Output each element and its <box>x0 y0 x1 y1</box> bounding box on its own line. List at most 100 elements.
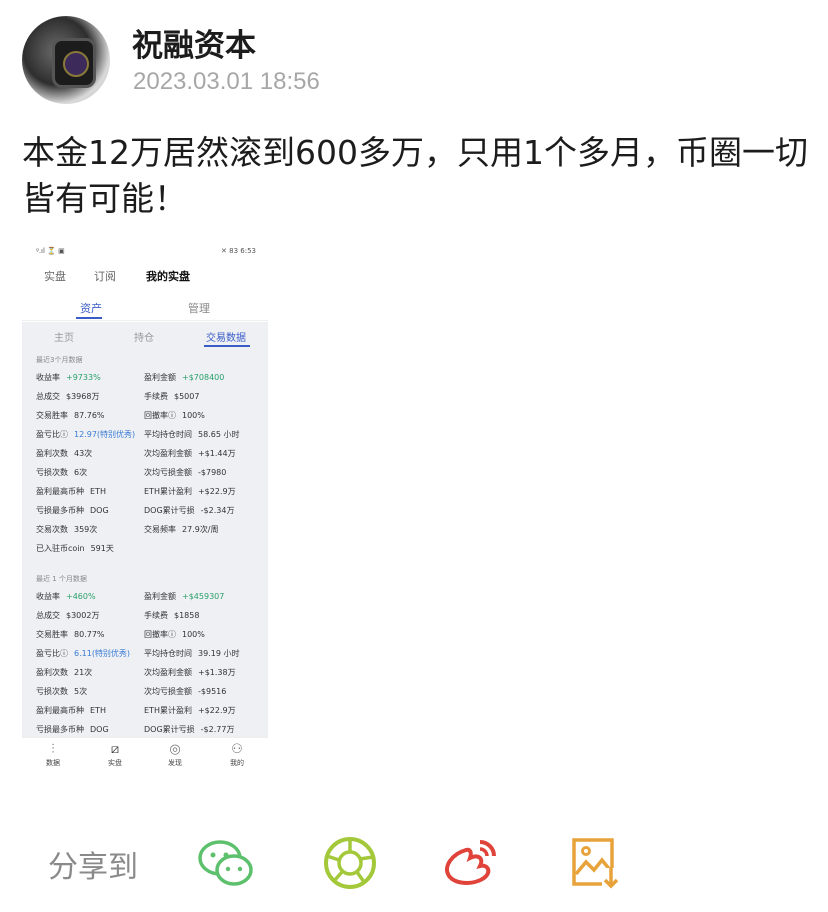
stat-value: 6.11(特别优秀) <box>74 649 131 658</box>
stat-row: 交易次数 359次 交易频率 27.9次/周 <box>36 524 264 540</box>
stat-value: 6次 <box>74 468 88 477</box>
stat-value: 80.77% <box>74 630 105 639</box>
stat-value: -$2.34万 <box>200 506 235 515</box>
stat-value: +$1.38万 <box>198 668 236 677</box>
subtab-manage[interactable]: 管理 <box>188 300 210 316</box>
stat-row: 盈亏比ⓘ 6.11(特别优秀) 平均持仓时间 39.19 小时 <box>36 648 264 664</box>
stat-row: 亏损次数 5次 次均亏损金额 -$9516 <box>36 686 264 702</box>
stat-value: -$9516 <box>198 687 227 696</box>
stat-row: 收益率 +9733% 盈利金额 +$708400 <box>36 372 264 388</box>
status-right: ✕ 83 6:53 <box>221 247 256 255</box>
stat-value: $3968万 <box>66 392 100 401</box>
stat-label: 盈利金额 <box>144 592 176 601</box>
stat-label: 交易次数 <box>36 525 68 534</box>
section-1-month: 最近 1 个月数据 <box>36 575 87 583</box>
subtab-underline <box>76 317 102 319</box>
stat-label: 亏损次数 <box>36 468 68 477</box>
stat-label: DOG累计亏损 <box>144 506 195 515</box>
stat-row: 盈利次数 43次 次均盈利金额 +$1.44万 <box>36 448 264 464</box>
stat-label: 收益率 <box>36 592 60 601</box>
stat-label: 亏损最多币种 <box>36 506 84 515</box>
stat-value: +$22.9万 <box>197 706 236 715</box>
wechat-icon[interactable] <box>196 834 256 892</box>
stat-row: 盈利次数 21次 次均盈利金额 +$1.38万 <box>36 667 264 683</box>
bottom-nav-label: 我的 <box>230 759 244 767</box>
tab-trade-data[interactable]: 交易数据 <box>206 329 246 344</box>
stat-row: 盈利最高币种 ETH ETH累计盈利 +$22.9万 <box>36 486 264 502</box>
bottom-nav-label: 发现 <box>168 759 182 767</box>
stat-value: 43次 <box>74 449 93 458</box>
stat-label: 交易胜率 <box>36 411 68 420</box>
stat-value: 12.97(特别优秀) <box>74 430 136 439</box>
stat-label: 次均盈利金额 <box>144 668 192 677</box>
subtab-assets[interactable]: 资产 <box>80 300 102 316</box>
stat-label: 回撤率ⓘ <box>144 411 176 420</box>
bottom-nav-data[interactable]: ⫶ 数据 <box>33 742 73 768</box>
stat-label: 次均亏损金额 <box>144 687 192 696</box>
stat-value: 27.9次/周 <box>182 525 219 534</box>
moments-icon[interactable] <box>320 834 380 892</box>
stat-value: +9733% <box>66 373 101 382</box>
stat-value: 58.65 小时 <box>198 430 240 439</box>
stat-value: $1858 <box>174 611 200 620</box>
stat-label: 手续费 <box>144 392 168 401</box>
stat-label: DOG累计亏损 <box>144 725 195 734</box>
stat-label: 平均持仓时间 <box>144 649 192 658</box>
bottom-nav-discover[interactable]: ◎ 发现 <box>155 742 195 768</box>
author-avatar[interactable] <box>22 16 110 104</box>
stat-value: 591天 <box>90 544 114 553</box>
stat-label: 盈利次数 <box>36 668 68 677</box>
stat-label: 盈利最高币种 <box>36 487 84 496</box>
stat-value: 100% <box>182 630 205 639</box>
stat-label: 亏损最多币种 <box>36 725 84 734</box>
tab-home[interactable]: 主页 <box>54 329 74 344</box>
stat-label: 亏损次数 <box>36 687 68 696</box>
stat-value: 21次 <box>74 668 93 677</box>
stat-label: 总成交 <box>36 611 60 620</box>
tab-positions[interactable]: 持仓 <box>134 329 154 344</box>
stat-label: 盈利金额 <box>144 373 176 382</box>
save-image-icon[interactable] <box>566 834 626 892</box>
section-3-months: 最近3个月数据 <box>36 356 83 364</box>
watch-photo <box>52 38 96 88</box>
stat-value: 100% <box>182 411 205 420</box>
sub-tabs: 资产 管理 <box>22 294 268 321</box>
nav-subscribe[interactable]: 订阅 <box>94 268 116 284</box>
stat-label: 次均亏损金额 <box>144 468 192 477</box>
stat-label: 回撤率ⓘ <box>144 630 176 639</box>
stat-label: 收益率 <box>36 373 60 382</box>
stat-row: 交易胜率 80.77% 回撤率ⓘ 100% <box>36 629 264 645</box>
stat-value: 87.76% <box>74 411 105 420</box>
stat-row: 亏损最多币种 DOG DOG累计亏损 -$2.34万 <box>36 505 264 521</box>
stat-label: 盈亏比ⓘ <box>36 649 68 658</box>
stat-value: -$2.77万 <box>200 725 235 734</box>
status-bar: ᵍ.ıl ⏳ ▣ ✕ 83 6:53 <box>22 236 268 266</box>
stat-value: $3002万 <box>66 611 100 620</box>
nav-my-live[interactable]: 我的实盘 <box>146 268 190 284</box>
person-icon: ⚇ <box>231 742 243 757</box>
bottom-nav-live[interactable]: ⧄ 实盘 <box>95 742 135 768</box>
stat-row: 总成交 $3002万 手续费 $1858 <box>36 610 264 626</box>
nav-live[interactable]: 实盘 <box>44 268 66 284</box>
stat-row: 收益率 +460% 盈利金额 +$459307 <box>36 591 264 607</box>
stat-value: DOG <box>90 725 109 734</box>
post-timestamp: 2023.03.01 18:56 <box>133 68 320 95</box>
stat-value: ETH <box>90 487 106 496</box>
author-name[interactable]: 祝融资本 <box>132 20 256 65</box>
stat-label: 交易频率 <box>144 525 176 534</box>
stat-row: 亏损次数 6次 次均亏损金额 -$7980 <box>36 467 264 483</box>
weibo-icon[interactable] <box>440 834 500 892</box>
stat-value: 39.19 小时 <box>198 649 240 658</box>
stat-label: 手续费 <box>144 611 168 620</box>
stat-value: $5007 <box>174 392 200 401</box>
bottom-nav-label: 实盘 <box>108 759 122 767</box>
stat-value: ETH <box>90 706 106 715</box>
stat-row: 盈亏比ⓘ 12.97(特别优秀) 平均持仓时间 58.65 小时 <box>36 429 264 445</box>
bottom-nav-me[interactable]: ⚇ 我的 <box>217 742 257 768</box>
stat-row: 已入驻币coin 591天 <box>36 543 264 559</box>
status-left: ᵍ.ıl ⏳ ▣ <box>36 247 65 255</box>
post-image[interactable]: ᵍ.ıl ⏳ ▣ ✕ 83 6:53 实盘 订阅 我的实盘 资产 管理 主页 持… <box>22 236 268 776</box>
bottom-nav: ⫶ 数据 ⧄ 实盘 ◎ 发现 ⚇ 我的 <box>22 737 268 776</box>
stat-label: 平均持仓时间 <box>144 430 192 439</box>
stat-label: 盈利最高币种 <box>36 706 84 715</box>
